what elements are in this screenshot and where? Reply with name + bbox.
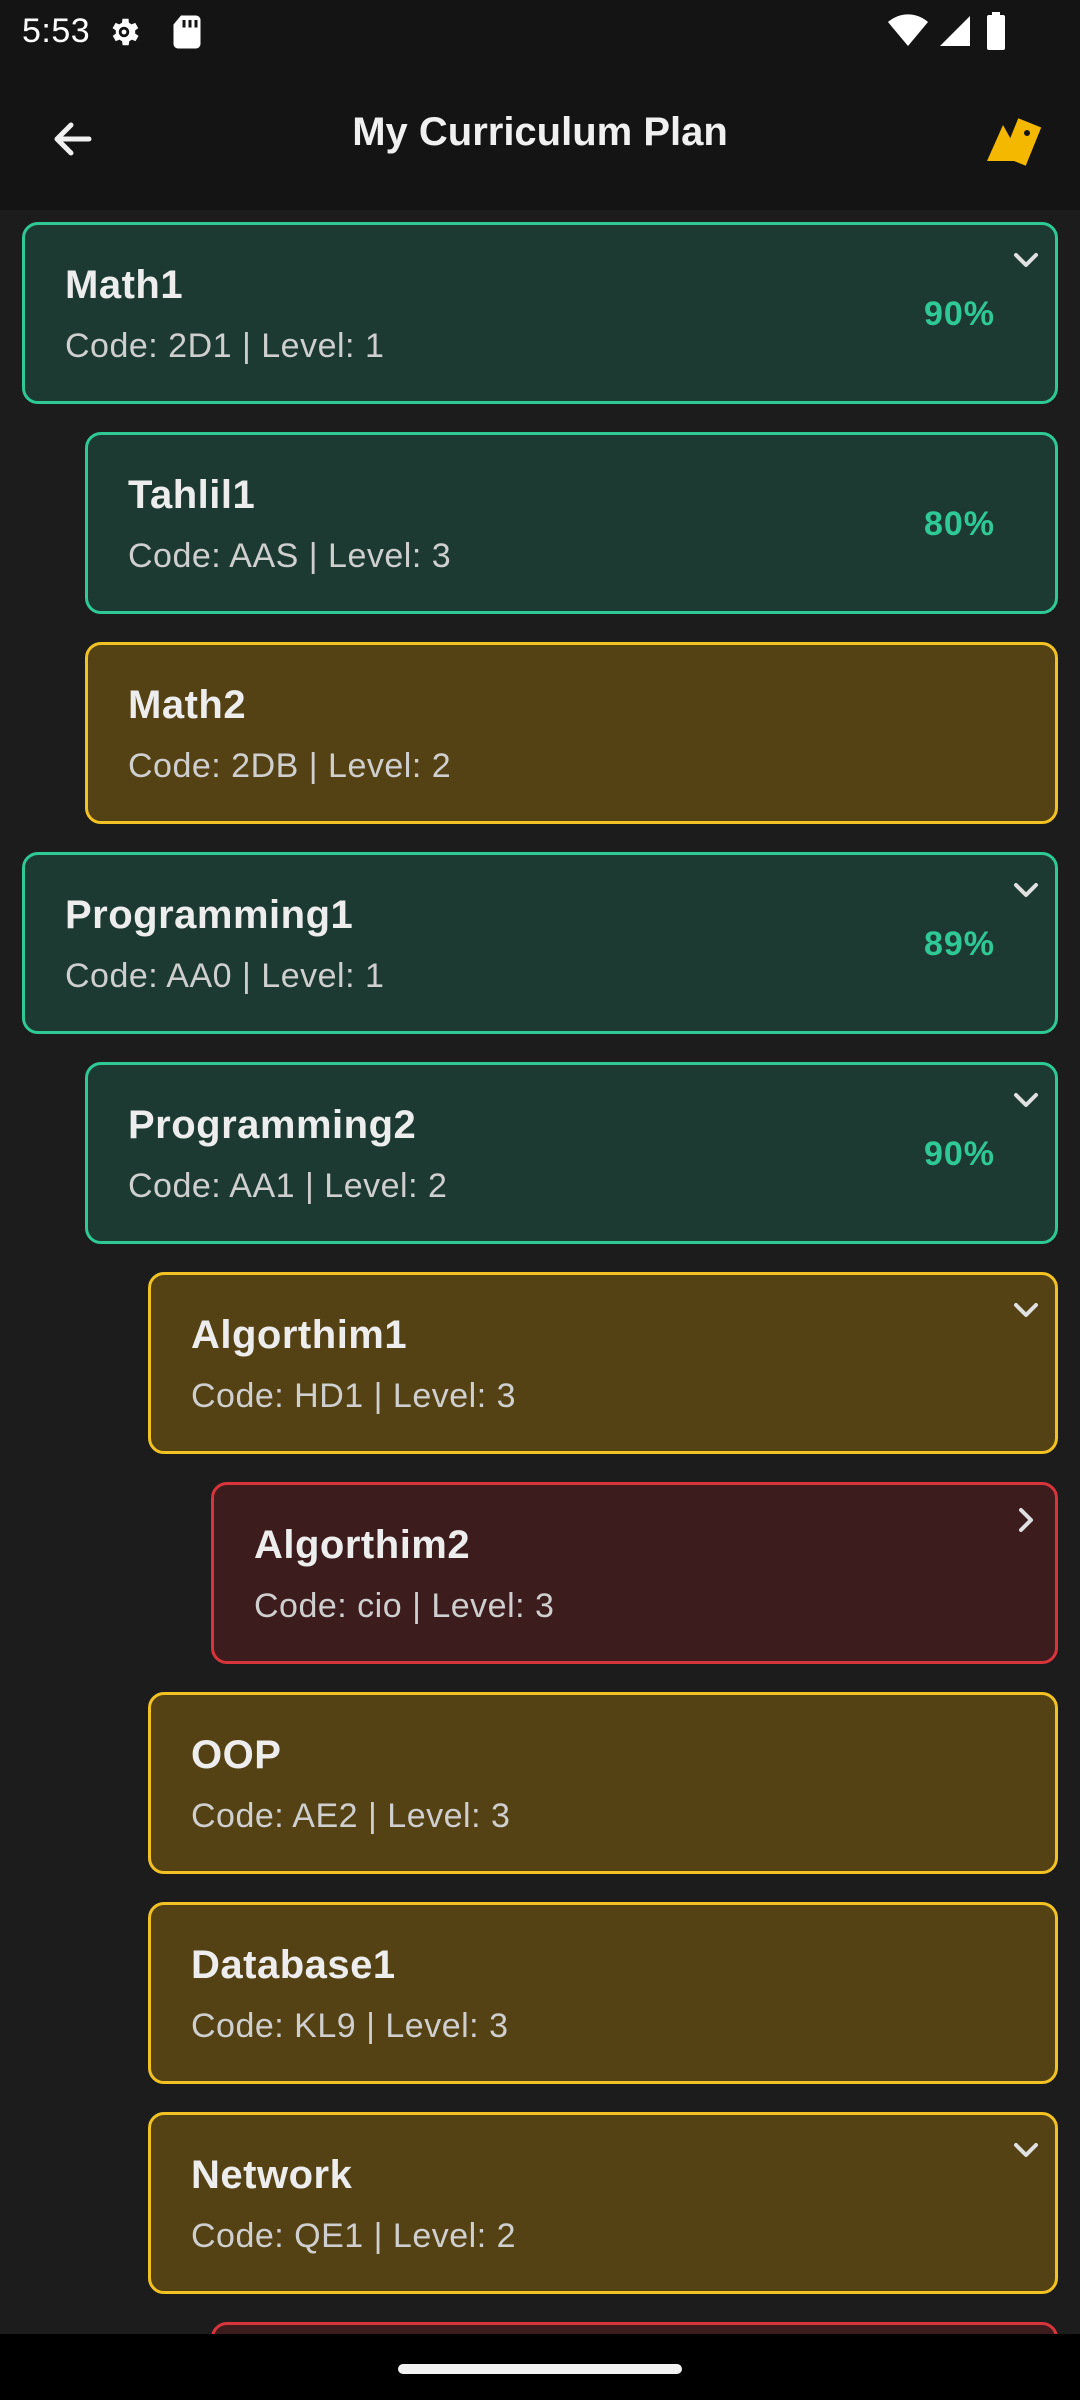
chevron-down-icon[interactable] (1009, 1293, 1043, 1327)
chevron-down-icon[interactable] (1009, 243, 1043, 277)
course-code-level: Code: AE2 | Level: 3 (191, 1797, 511, 1835)
course-percent: 80% (923, 505, 995, 543)
course-card-network[interactable]: Network Code: QE1 | Level: 2 (148, 2112, 1058, 2294)
chevron-down-icon[interactable] (1009, 2133, 1043, 2167)
course-title: Algorthim1 (191, 1313, 408, 1357)
course-title: Programming2 (128, 1103, 417, 1147)
status-time: 5:53 (22, 12, 91, 50)
wifi-icon (888, 14, 928, 46)
course-code-level: Code: AAS | Level: 3 (128, 537, 452, 575)
course-code-level: Code: QE1 | Level: 2 (191, 2217, 517, 2255)
navigation-bar (0, 2334, 1080, 2400)
course-code-level: Code: AA0 | Level: 1 (65, 957, 385, 995)
course-code-level: Code: 2DB | Level: 2 (128, 747, 452, 785)
app-bar: My Curriculum Plan (0, 64, 1080, 210)
curriculum-list: Math1 Code: 2D1 | Level: 1 90% Tahlil1 C… (0, 210, 1080, 2334)
course-title: Algorthim2 (254, 1523, 471, 1567)
chevron-right-icon[interactable] (1009, 1503, 1043, 1537)
course-title: Math1 (65, 263, 184, 307)
course-code-level: Code: cio | Level: 3 (254, 1587, 555, 1625)
course-card-algorthim2[interactable]: Algorthim2 Code: cio | Level: 3 (211, 1482, 1058, 1664)
course-code-level: Code: 2D1 | Level: 1 (65, 327, 385, 365)
course-code-level: Code: HD1 | Level: 3 (191, 1377, 516, 1415)
course-title: Math2 (128, 683, 247, 727)
course-card-tahlil1[interactable]: Tahlil1 Code: AAS | Level: 3 80% (85, 432, 1058, 614)
tag-icon (987, 118, 1042, 166)
course-card-partial[interactable] (211, 2322, 1058, 2334)
course-card-oop[interactable]: OOP Code: AE2 | Level: 3 (148, 1692, 1058, 1874)
course-percent: 90% (923, 295, 995, 333)
course-card-database1[interactable]: Database1 Code: KL9 | Level: 3 (148, 1902, 1058, 2084)
course-card-programming2[interactable]: Programming2 Code: AA1 | Level: 2 90% (85, 1062, 1058, 1244)
course-code-level: Code: KL9 | Level: 3 (191, 2007, 509, 2045)
course-card-algorthim1[interactable]: Algorthim1 Code: HD1 | Level: 3 (148, 1272, 1058, 1454)
home-handle[interactable] (398, 2364, 682, 2374)
page-title: My Curriculum Plan (352, 110, 728, 154)
course-title: Database1 (191, 1943, 396, 1987)
chevron-down-icon[interactable] (1009, 873, 1043, 907)
signal-icon (940, 16, 970, 46)
sd-card-icon (173, 15, 201, 49)
battery-icon (987, 12, 1005, 50)
course-card-math1[interactable]: Math1 Code: 2D1 | Level: 1 90% (22, 222, 1058, 404)
course-card-math2[interactable]: Math2 Code: 2DB | Level: 2 (85, 642, 1058, 824)
course-card-programming1[interactable]: Programming1 Code: AA0 | Level: 1 89% (22, 852, 1058, 1034)
course-title: OOP (191, 1733, 282, 1777)
course-title: Tahlil1 (128, 473, 256, 517)
course-title: Programming1 (65, 893, 354, 937)
course-code-level: Code: AA1 | Level: 2 (128, 1167, 448, 1205)
course-percent: 89% (923, 925, 995, 963)
gear-icon (112, 18, 139, 46)
status-bar: 5:53 (0, 0, 1080, 64)
tag-button[interactable] (978, 106, 1050, 178)
chevron-down-icon[interactable] (1009, 1083, 1043, 1117)
course-title: Network (191, 2153, 353, 2197)
course-percent: 90% (923, 1135, 995, 1173)
